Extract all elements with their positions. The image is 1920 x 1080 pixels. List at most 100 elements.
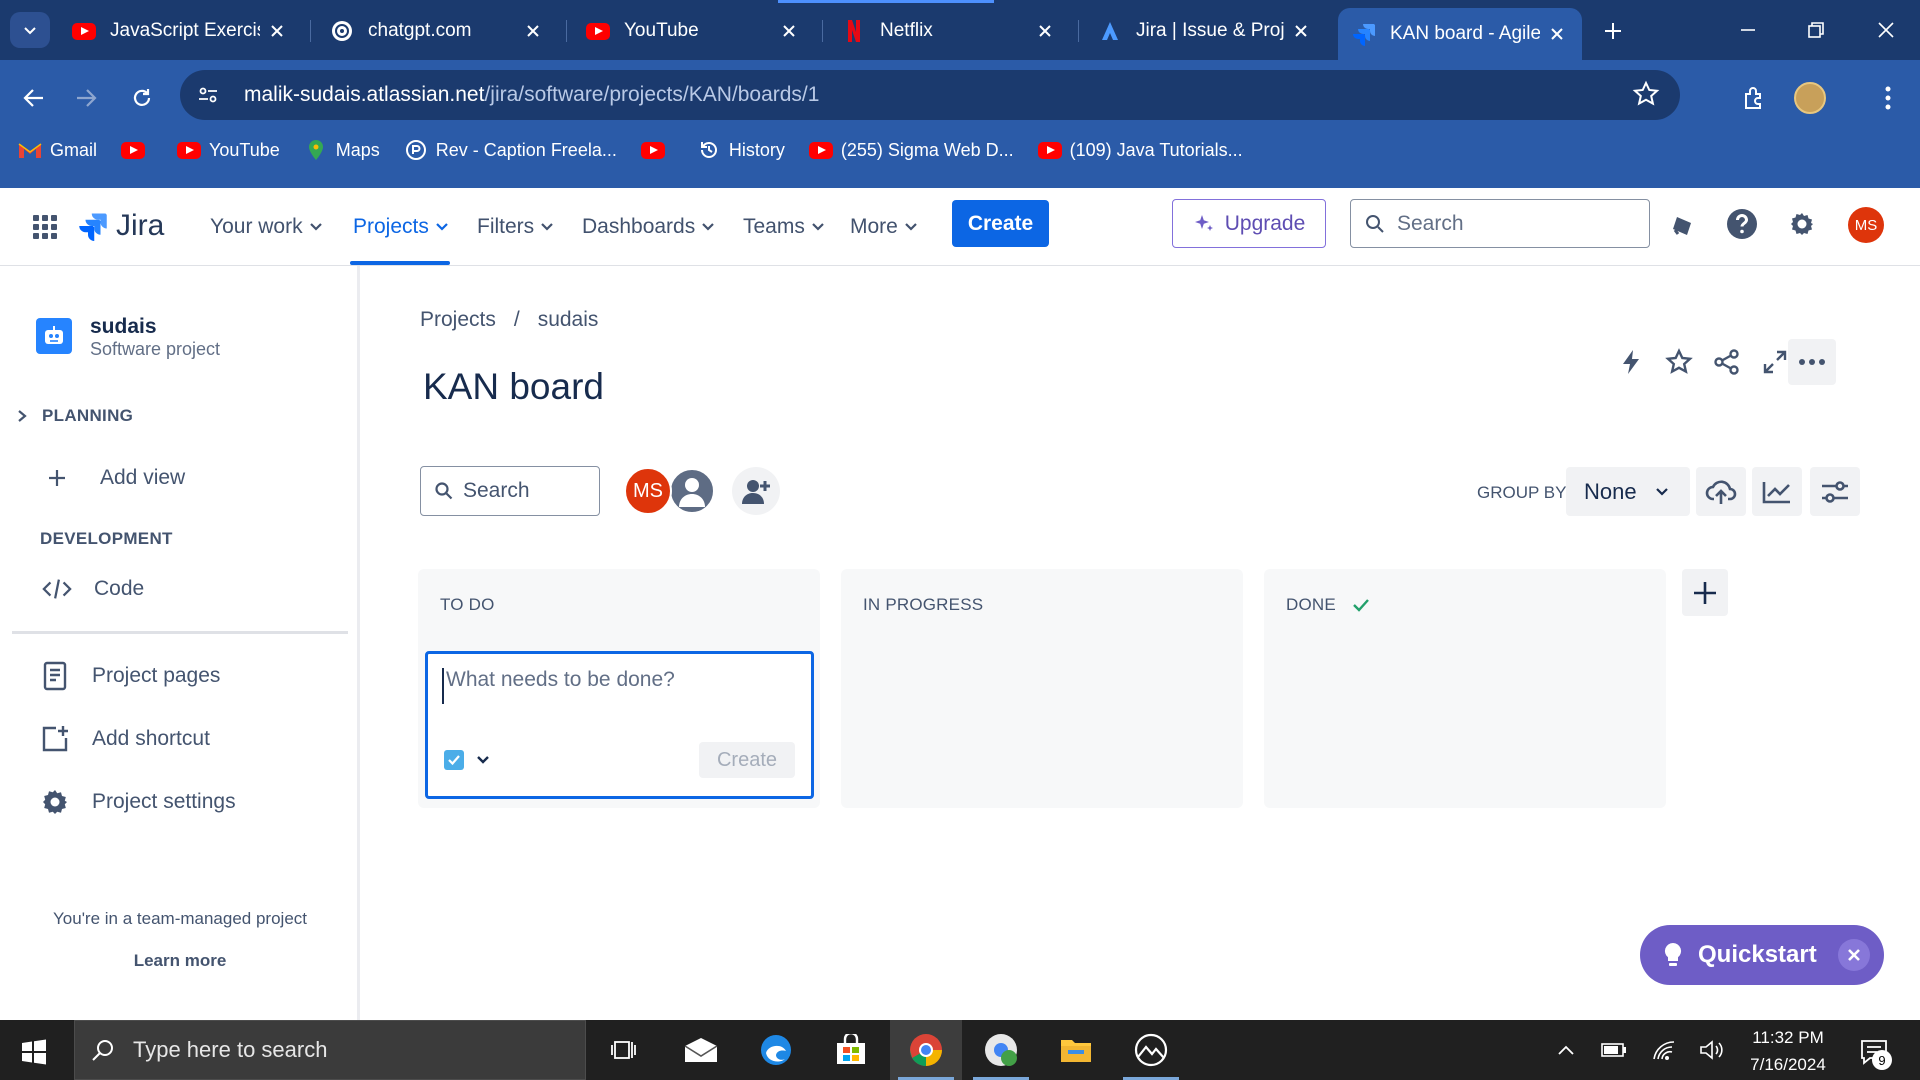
planning-section-toggle[interactable]: PLANNING — [16, 406, 133, 426]
tab-search-button[interactable] — [10, 12, 50, 48]
taskbar-photos[interactable] — [1115, 1020, 1187, 1080]
bookmark-rev[interactable]: Rev - Caption Freela... — [404, 139, 617, 161]
address-bar[interactable]: malik-sudais.atlassian.net/jira/software… — [180, 70, 1680, 120]
tab-chatgpt[interactable]: chatgpt.com — [316, 10, 558, 52]
taskbar-store[interactable] — [815, 1020, 887, 1080]
bookmark-maps[interactable]: Maps — [304, 139, 380, 161]
close-icon[interactable] — [1546, 23, 1568, 45]
breadcrumb-projects[interactable]: Projects — [420, 308, 496, 332]
close-icon[interactable] — [1290, 20, 1312, 42]
project-robot-icon — [45, 326, 63, 344]
nav-more[interactable]: More — [850, 210, 918, 244]
tray-overflow-button[interactable] — [1548, 1032, 1584, 1068]
issue-type-picker[interactable] — [444, 750, 490, 770]
create-issue-button[interactable]: Create — [699, 742, 795, 778]
bookmark-gmail[interactable]: Gmail — [18, 139, 97, 161]
member-avatar[interactable]: MS — [624, 467, 672, 515]
site-info-icon[interactable] — [190, 77, 226, 113]
reload-button[interactable] — [122, 78, 162, 118]
tab-kan-board[interactable]: KAN board - Agile — [1338, 8, 1582, 60]
share-button[interactable] — [1709, 344, 1745, 380]
chevron-down-icon — [905, 223, 917, 231]
task-view-button[interactable] — [588, 1020, 660, 1080]
issue-summary-input[interactable] — [442, 668, 792, 704]
tab-jira-issue[interactable]: Jira | Issue & Proje — [1084, 10, 1326, 52]
automation-button[interactable] — [1613, 344, 1649, 380]
extensions-button[interactable] — [1734, 78, 1774, 118]
taskbar-chrome[interactable] — [890, 1020, 962, 1080]
add-view-item[interactable]: Add view — [42, 463, 185, 493]
back-button[interactable] — [14, 78, 54, 118]
insights-button[interactable] — [1752, 467, 1802, 516]
add-people-button[interactable] — [732, 467, 780, 515]
group-by-select[interactable]: None — [1566, 467, 1690, 516]
taskbar-file-explorer[interactable] — [1040, 1020, 1112, 1080]
nav-filters[interactable]: Filters — [477, 210, 554, 244]
star-board-button[interactable] — [1661, 344, 1697, 380]
user-avatar[interactable]: MS — [1848, 207, 1884, 243]
unassigned-avatar[interactable] — [668, 467, 716, 515]
bookmark-star-icon[interactable] — [1632, 80, 1662, 110]
bookmark-youtube-2[interactable] — [640, 139, 673, 161]
help-button[interactable] — [1724, 206, 1760, 242]
volume-control[interactable] — [1694, 1032, 1730, 1068]
settings-button[interactable] — [1784, 206, 1820, 242]
column-title: IN PROGRESS — [863, 595, 984, 614]
create-button[interactable]: Create — [952, 200, 1049, 247]
taskbar-search[interactable]: Type here to search — [74, 1020, 586, 1080]
code-item[interactable]: Code — [42, 574, 144, 604]
bookmark-youtube-1[interactable] — [121, 139, 153, 161]
tab-javascript-exercise[interactable]: JavaScript Exercise — [58, 10, 302, 52]
profile-button[interactable] — [1790, 78, 1830, 118]
tab-youtube[interactable]: YouTube — [572, 10, 814, 52]
bookmark-history[interactable]: History — [697, 139, 785, 161]
bookmark-youtube[interactable]: YouTube — [177, 139, 280, 161]
nav-your-work[interactable]: Your work — [210, 210, 323, 244]
board-search-input[interactable] — [463, 479, 593, 503]
breadcrumb-project[interactable]: sudais — [538, 308, 599, 332]
url-host: malik-sudais.atlassian.net — [244, 83, 485, 106]
nav-projects[interactable]: Projects — [353, 210, 449, 244]
add-shortcut-item[interactable]: Add shortcut — [40, 724, 210, 754]
battery-status[interactable] — [1596, 1032, 1632, 1068]
quickstart-close-button[interactable] — [1838, 939, 1870, 971]
global-search[interactable] — [1350, 199, 1650, 248]
app-switcher-button[interactable] — [30, 212, 60, 242]
jira-logo[interactable]: Jira — [78, 206, 164, 246]
network-status[interactable] — [1646, 1032, 1682, 1068]
close-icon[interactable] — [266, 20, 288, 42]
restore-button[interactable] — [1796, 10, 1836, 50]
store-icon — [837, 1034, 865, 1064]
minimize-button[interactable] — [1728, 10, 1768, 50]
bookmark-java-tutorials[interactable]: (109) Java Tutorials... — [1037, 139, 1243, 161]
global-search-input[interactable] — [1397, 211, 1627, 236]
taskbar-edge[interactable] — [740, 1020, 812, 1080]
quickstart-button[interactable]: Quickstart — [1640, 925, 1884, 985]
project-name[interactable]: sudais — [90, 315, 157, 339]
view-settings-button[interactable] — [1810, 467, 1860, 516]
notifications-button[interactable] — [1664, 206, 1700, 242]
close-window-button[interactable] — [1866, 10, 1906, 50]
forward-button[interactable] — [66, 78, 106, 118]
close-icon[interactable] — [1034, 20, 1056, 42]
start-button[interactable] — [14, 1032, 54, 1072]
board-more-button[interactable] — [1788, 339, 1836, 385]
upgrade-button[interactable]: Upgrade — [1172, 199, 1326, 248]
taskbar-mail[interactable] — [665, 1020, 737, 1080]
nav-dashboards[interactable]: Dashboards — [582, 210, 715, 244]
taskbar-chrome-profile[interactable] — [965, 1020, 1037, 1080]
project-settings-item[interactable]: Project settings — [40, 787, 236, 817]
learn-more-link[interactable]: Learn more — [0, 951, 360, 971]
new-tab-button[interactable] — [1596, 14, 1630, 48]
taskbar-clock[interactable]: 11:32 PM 7/16/2024 — [1730, 1024, 1846, 1078]
bookmark-sigma-web[interactable]: (255) Sigma Web D... — [808, 139, 1014, 161]
nav-teams[interactable]: Teams — [743, 210, 825, 244]
release-button[interactable] — [1696, 467, 1746, 516]
tab-netflix[interactable]: Netflix — [828, 10, 1070, 52]
board-search[interactable] — [420, 466, 600, 516]
add-column-button[interactable] — [1682, 569, 1728, 616]
close-icon[interactable] — [778, 20, 800, 42]
project-pages-item[interactable]: Project pages — [40, 661, 220, 691]
browser-menu-button[interactable] — [1868, 78, 1908, 118]
close-icon[interactable] — [522, 20, 544, 42]
